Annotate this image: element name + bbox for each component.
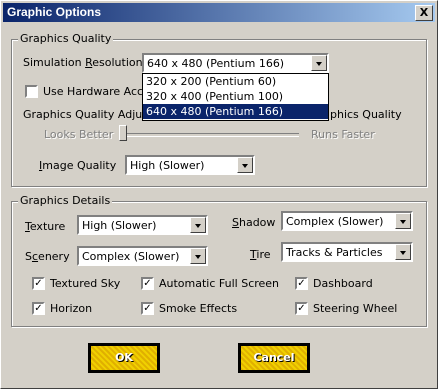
graphics-quality-adjust-label-right: phics Quality [330,108,402,121]
texture-select[interactable]: High (Slower) [77,215,208,235]
shadow-value: Complex (Slower) [286,215,384,228]
graphics-quality-legend: Graphics Quality [18,32,114,45]
resolution-option[interactable]: 320 x 400 (Pentium 100) [143,89,328,104]
resolution-option[interactable]: 320 x 200 (Pentium 60) [143,74,328,89]
ok-button[interactable]: OK [88,343,160,373]
shadow-select[interactable]: Complex (Slower) [281,211,413,231]
chevron-down-icon[interactable] [395,213,411,229]
smoke-effects-label: Smoke Effects [159,302,238,315]
dashboard-label: Dashboard [313,277,373,290]
chevron-down-icon[interactable] [237,157,253,173]
automatic-full-screen-label: Automatic Full Screen [159,277,280,290]
simulation-resolution-label: Simulation Resolution [23,56,143,69]
scenery-select[interactable]: Complex (Slower) [77,246,208,266]
dashboard-checkbox[interactable]: ✓ [295,277,308,290]
chevron-down-icon[interactable] [190,248,206,264]
texture-label: Texture [25,220,66,233]
hardware-acceleration-label: Use Hardware Acce [43,85,150,98]
textured-sky-checkbox[interactable]: ✓ [32,277,45,290]
graphic-options-window: Graphic Options X Graphics Quality Simul… [0,0,438,389]
simulation-resolution-dropdown: 320 x 200 (Pentium 60) 320 x 400 (Pentiu… [142,73,329,121]
close-button[interactable]: X [415,5,433,21]
steering-wheel-checkbox[interactable]: ✓ [295,302,308,315]
scenery-label: Scenery [25,250,70,263]
simulation-resolution-value: 640 x 480 (Pentium 166) [147,57,285,70]
window-title: Graphic Options [7,5,102,19]
cancel-button[interactable]: Cancel [238,343,310,373]
smoke-effects-checkbox[interactable]: ✓ [141,302,154,315]
chevron-down-icon[interactable] [190,217,206,233]
image-quality-select[interactable]: High (Slower) [125,155,255,175]
horizon-label: Horizon [50,302,93,315]
quality-slider-thumb[interactable] [119,125,127,141]
resolution-option-selected[interactable]: 640 x 480 (Pentium 166) [143,104,328,119]
image-quality-value: High (Slower) [130,159,205,172]
textured-sky-label: Textured Sky [50,277,121,290]
title-bar[interactable]: Graphic Options X [3,3,435,22]
quality-slider-track[interactable] [119,133,299,137]
runs-faster-label: Runs Faster [311,128,375,141]
tire-select[interactable]: Tracks & Particles [281,242,413,262]
shadow-label: Shadow [232,216,276,229]
tire-label: Tire [250,248,271,261]
automatic-full-screen-checkbox[interactable]: ✓ [141,277,154,290]
scenery-value: Complex (Slower) [82,250,180,263]
tire-value: Tracks & Particles [286,246,383,259]
hardware-acceleration-checkbox[interactable] [25,85,38,98]
looks-better-label: Looks Better [44,128,114,141]
graphics-details-legend: Graphics Details [18,194,113,207]
graphics-quality-adjust-label: Graphics Quality Adju [23,108,143,121]
chevron-down-icon[interactable] [395,244,411,260]
texture-value: High (Slower) [82,219,157,232]
image-quality-label: Image Quality [39,159,117,172]
simulation-resolution-select[interactable]: 640 x 480 (Pentium 166) [142,53,329,73]
steering-wheel-label: Steering Wheel [313,302,398,315]
horizon-checkbox[interactable]: ✓ [32,302,45,315]
chevron-down-icon[interactable] [311,55,327,71]
